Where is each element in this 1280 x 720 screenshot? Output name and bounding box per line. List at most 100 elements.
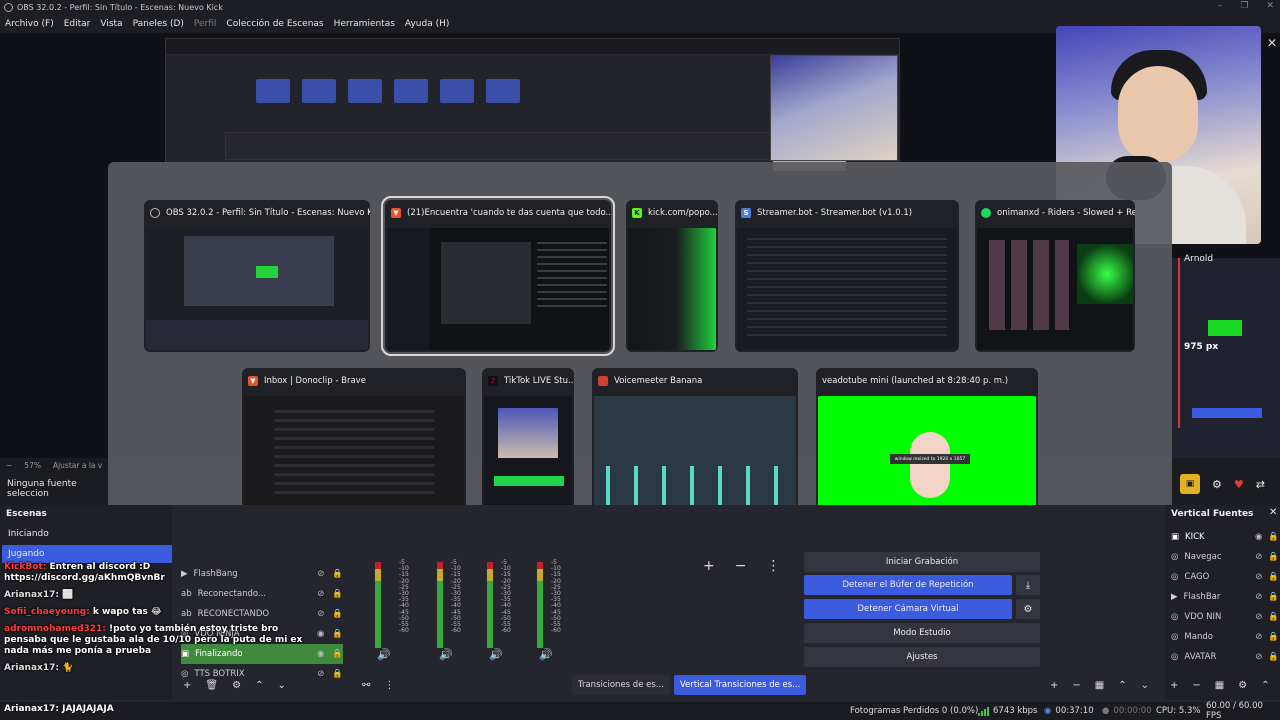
menu-vista[interactable]: Vista: [100, 19, 122, 29]
lock-icon[interactable]: 🔒: [1268, 572, 1279, 582]
studio-mode-button[interactable]: Modo Estudio: [804, 623, 1040, 643]
vertical-source-item[interactable]: ◎ VDO NIN ⊘ 🔒: [1171, 607, 1279, 626]
eye-hidden-icon[interactable]: ⊘: [317, 609, 324, 619]
lock-icon[interactable]: 🔒: [1268, 632, 1279, 642]
menu-dots-icon[interactable]: ⋮: [384, 680, 394, 691]
vertical-source-item[interactable]: ▶ FlashBar ⊘ 🔒: [1171, 587, 1279, 606]
remove-icon[interactable]: −: [1072, 680, 1080, 691]
vertical-source-item[interactable]: ◎ Navegac ⊘ 🔒: [1171, 547, 1279, 566]
lock-icon[interactable]: 🔒: [332, 589, 343, 599]
stop-replay-buffer-button[interactable]: Detener el Búfer de Repetición: [804, 575, 1012, 595]
eye-hidden-icon[interactable]: ⊘: [317, 569, 324, 579]
window-card-streamerbot[interactable]: S Streamer.bot - Streamer.bot (v1.0.1): [735, 200, 959, 352]
gear-icon[interactable]: ⚙: [1212, 478, 1222, 491]
link-icon[interactable]: ⚯: [362, 680, 370, 691]
eye-hidden-icon[interactable]: ⊘: [1255, 592, 1262, 602]
window-card-obs[interactable]: OBS 32.0.2 - Perfil: Sin Título - Escena…: [144, 200, 370, 352]
lock-icon[interactable]: 🔒: [332, 569, 343, 579]
tab-vertical-transitions[interactable]: Vertical Transiciones de es...: [673, 675, 807, 695]
speaker-icon[interactable]: 🔊: [539, 648, 553, 661]
maximize-icon[interactable]: ❐: [1240, 1, 1248, 11]
window-card-tiktok-live[interactable]: ♪ TikTok LIVE Stu...: [482, 368, 574, 520]
tab-transitions[interactable]: Transiciones de es...: [572, 675, 670, 695]
menu-dots-icon[interactable]: ⋮: [766, 558, 780, 574]
menu-coleccion[interactable]: Colección de Escenas: [226, 19, 323, 29]
menu-paneles[interactable]: Paneles (D): [133, 19, 184, 29]
vertical-source-item[interactable]: ◎ Mando ⊘ 🔒: [1171, 627, 1279, 646]
window-card-voicemeeter[interactable]: Voicemeeter Banana: [592, 368, 798, 520]
lock-icon[interactable]: 🔒: [1268, 612, 1279, 622]
trash-icon[interactable]: 🗑: [205, 680, 218, 691]
lock-icon[interactable]: 🔒: [1268, 532, 1279, 542]
add-icon[interactable]: +: [1170, 680, 1178, 691]
settings-button[interactable]: Ajustes: [804, 647, 1040, 667]
add-icon[interactable]: +: [1050, 680, 1058, 691]
window-card-veadotube[interactable]: veadotube mini (launched at 8:28:40 p. m…: [816, 368, 1038, 520]
eye-hidden-icon[interactable]: ⊘: [317, 669, 324, 679]
menu-archivo[interactable]: Archivo (F): [5, 19, 54, 29]
window-thumbnail: [737, 228, 957, 350]
gear-icon[interactable]: ⚙: [1016, 599, 1040, 619]
gear-icon[interactable]: ⚙: [232, 680, 241, 691]
window-card-inbox[interactable]: ▼ Inbox | Donoclip - Brave: [242, 368, 466, 520]
eye-icon[interactable]: ◉: [317, 649, 324, 659]
down-icon[interactable]: ⌄: [1141, 680, 1149, 691]
vertical-source-item[interactable]: ▣ KICK ◉ 🔒: [1171, 527, 1279, 546]
up-icon[interactable]: ⌃: [1261, 680, 1269, 691]
eye-icon[interactable]: ◉: [1255, 532, 1262, 542]
lock-icon[interactable]: 🔒: [332, 629, 343, 639]
remove-icon[interactable]: −: [1192, 680, 1200, 691]
start-recording-button[interactable]: Iniciar Grabación: [804, 552, 1040, 572]
eye-hidden-icon[interactable]: ⊘: [1255, 552, 1262, 562]
globe-icon: ◎: [1171, 651, 1179, 662]
window-card-tiktok-browser[interactable]: ▼ (21)Encuentra 'cuando te das cuenta que…: [381, 196, 615, 356]
speaker-icon[interactable]: 🔊: [377, 648, 391, 661]
scene-item-active[interactable]: Jugando: [2, 545, 172, 563]
meter-tick: -60: [551, 627, 561, 635]
share-icon[interactable]: ⇄: [1256, 478, 1265, 491]
lock-icon[interactable]: 🔒: [332, 609, 343, 619]
eye-icon[interactable]: ◉: [317, 629, 324, 639]
vertical-source-item[interactable]: ◎ AVATAR ⊘ 🔒: [1171, 647, 1279, 666]
remove-icon[interactable]: −: [735, 558, 747, 574]
scene-item[interactable]: Iniciando: [2, 525, 172, 543]
lock-icon[interactable]: 🔒: [1268, 552, 1279, 562]
save-replay-icon[interactable]: ⤓: [1016, 575, 1040, 595]
close-icon[interactable]: ✕: [1269, 507, 1277, 518]
record-icon[interactable]: ▣: [1180, 474, 1200, 494]
eye-hidden-icon[interactable]: ⊘: [317, 589, 324, 599]
down-icon[interactable]: ⌄: [277, 680, 285, 691]
speaker-icon[interactable]: 🔊: [439, 648, 453, 661]
scenes-vertical-toolbar: + − ▦ ⌃ ⌄: [1050, 680, 1149, 691]
minimize-icon[interactable]: –: [1218, 1, 1223, 11]
filter-icon[interactable]: ▦: [1095, 680, 1104, 691]
lock-icon[interactable]: 🔒: [332, 669, 343, 679]
window-card-spotify[interactable]: onimanxd - Riders - Slowed + Rev...: [975, 200, 1135, 352]
gear-icon[interactable]: ⚙: [1238, 680, 1247, 691]
window-card-kick[interactable]: Kkick.com/popo...: [626, 200, 718, 352]
filter-icon[interactable]: ▦: [1215, 680, 1224, 691]
lock-icon[interactable]: 🔒: [1268, 652, 1279, 662]
lock-icon[interactable]: 🔒: [1268, 592, 1279, 602]
up-icon[interactable]: ⌃: [255, 680, 263, 691]
eye-hidden-icon[interactable]: ⊘: [1255, 612, 1262, 622]
eye-hidden-icon[interactable]: ⊘: [1255, 572, 1262, 582]
menu-ayuda[interactable]: Ayuda (H): [405, 19, 449, 29]
up-icon[interactable]: ⌃: [1118, 680, 1126, 691]
eye-hidden-icon[interactable]: ⊘: [1255, 652, 1262, 662]
add-icon[interactable]: +: [183, 680, 191, 691]
add-icon[interactable]: +: [703, 558, 715, 574]
eye-hidden-icon[interactable]: ⊘: [1255, 632, 1262, 642]
stop-virtual-camera-button[interactable]: Detener Cámara Virtual: [804, 599, 1012, 619]
fit-label[interactable]: Ajustar a la v: [53, 461, 102, 470]
menu-perfil[interactable]: Perfil: [194, 19, 217, 29]
close-icon[interactable]: ✕: [1267, 36, 1277, 50]
close-icon[interactable]: ✕: [1266, 1, 1274, 11]
speaker-icon[interactable]: 🔊: [489, 648, 503, 661]
lock-icon[interactable]: 🔒: [332, 649, 343, 659]
menu-herramientas[interactable]: Herramientas: [334, 19, 395, 29]
zoom-out-icon[interactable]: −: [6, 461, 12, 470]
vertical-source-item[interactable]: ◎ CAGO ⊘ 🔒: [1171, 567, 1279, 586]
menu-editar[interactable]: Editar: [64, 19, 91, 29]
heart-icon[interactable]: ♥: [1234, 478, 1244, 491]
